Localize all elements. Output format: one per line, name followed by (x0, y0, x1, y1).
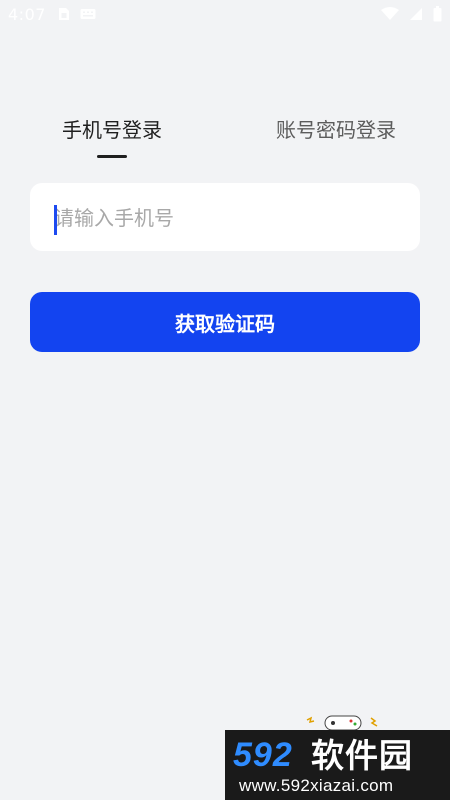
watermark-url: www.592xiazai.com (239, 776, 394, 795)
text-caret (54, 205, 57, 235)
status-left-icons (58, 7, 96, 21)
status-time: 4:07 (8, 5, 46, 24)
watermark-brand-number: 592 (233, 736, 293, 774)
get-code-button[interactable]: 获取验证码 (30, 292, 420, 352)
keyboard-icon (80, 9, 96, 19)
tab-phone-login[interactable]: 手机号登录 (62, 110, 162, 150)
tab-password-login[interactable]: 账号密码登录 (276, 110, 396, 150)
watermark-brand-text: 软件园 (311, 736, 413, 775)
signal-icon (410, 8, 422, 20)
status-right-icons (381, 6, 442, 22)
status-bar: 4:07 (0, 0, 450, 30)
battery-icon (433, 6, 442, 22)
wifi-icon (381, 7, 399, 20)
watermark: 592 软件园 www.592xiazai.com (225, 730, 450, 800)
sim-card-icon (59, 8, 69, 20)
active-tab-indicator (97, 155, 127, 158)
phone-input[interactable] (54, 198, 404, 238)
phone-input-card (30, 183, 420, 251)
game-controller-icon (306, 715, 378, 731)
login-tabs: 手机号登录 账号密码登录 (0, 110, 450, 170)
